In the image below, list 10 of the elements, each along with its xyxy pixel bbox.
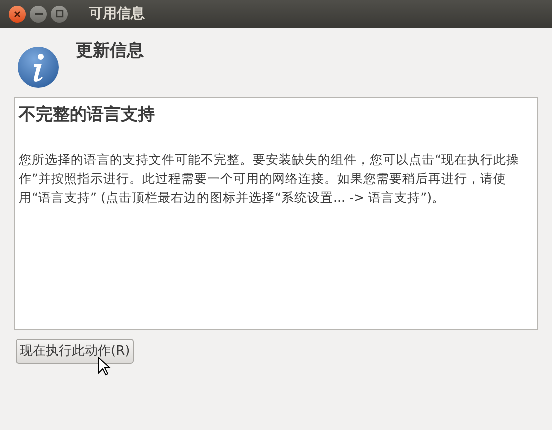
minimize-icon[interactable] xyxy=(30,6,47,22)
header-title: 更新信息 xyxy=(76,40,144,63)
info-icon xyxy=(17,46,60,89)
mouse-pointer-icon xyxy=(98,357,111,377)
window-title: 可用信息 xyxy=(89,4,145,24)
close-icon[interactable] xyxy=(9,6,26,22)
maximize-icon[interactable] xyxy=(51,6,68,22)
message-heading: 不完整的语言支持 xyxy=(19,104,156,126)
action-button[interactable]: 现在执行此动作(R) xyxy=(16,339,134,364)
message-body: 您所选择的语言的支持文件可能不完整。要安装缺失的组件，您可以点击“现在执行此操作”并按照指示进行。此过程需要一个可用的网络连接。如果您需要稍后再进行，请使用“语言支持” (点击顶栏最右边的图标并选择“系统设置... -> 语言支持”)。 xyxy=(19,151,521,207)
